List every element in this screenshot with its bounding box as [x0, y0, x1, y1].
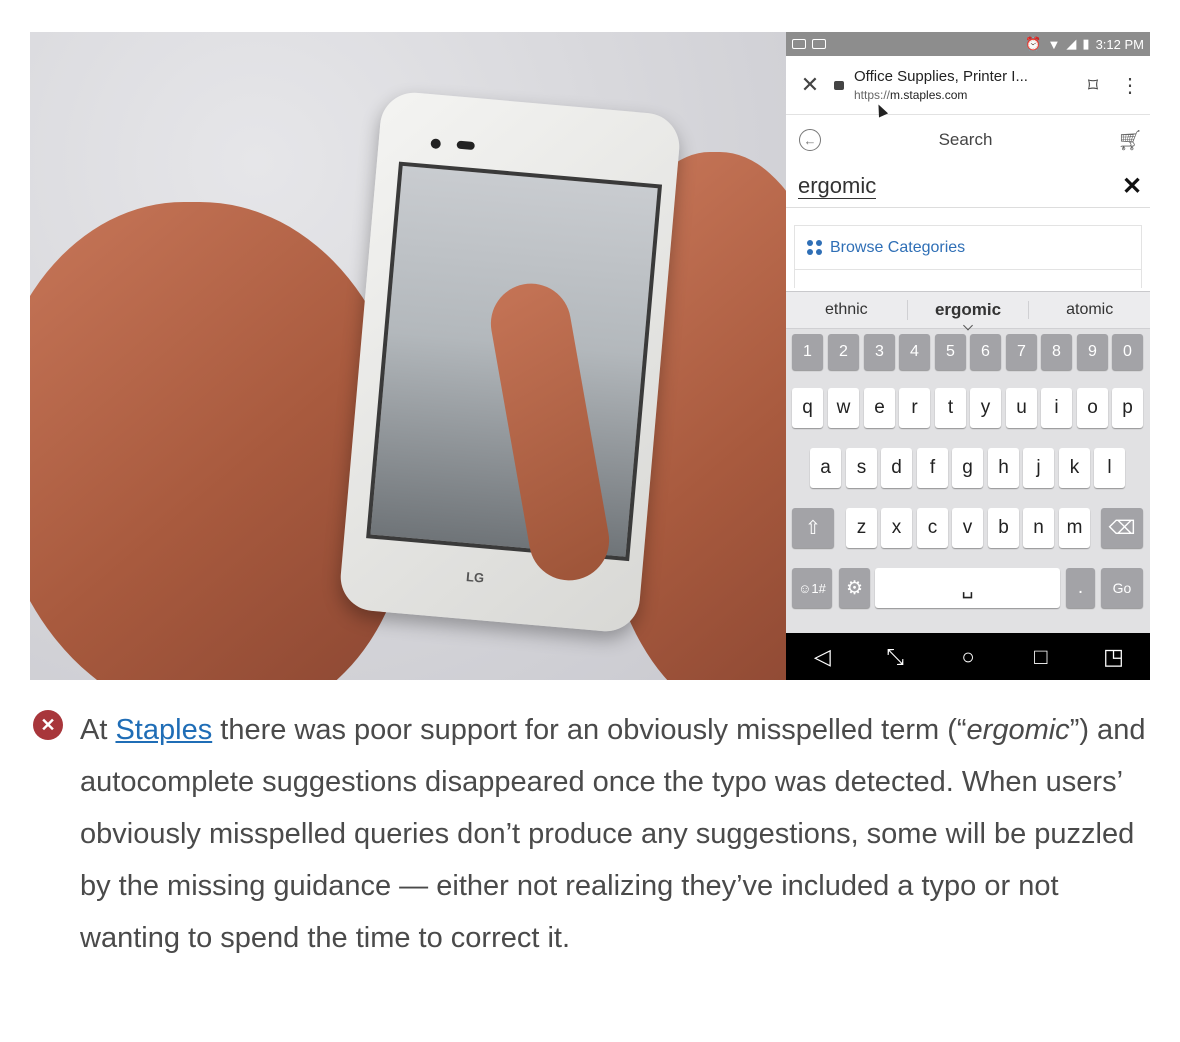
bottom-key-row: ☺1# ⚙ ␣ . Go: [786, 568, 1150, 616]
letter-row-1: q w e r t y u i o p: [786, 388, 1150, 436]
close-tab-icon[interactable]: ✕: [786, 72, 834, 98]
bookmark-icon[interactable]: ⌑: [1076, 73, 1110, 98]
suggestion-ergomic[interactable]: ergomic: [906, 300, 1029, 320]
browser-toolbar: ✕ Office Supplies, Printer I... https://…: [786, 56, 1150, 118]
key-f[interactable]: f: [917, 448, 948, 488]
letter-row-3: ⇧ z x c v b n m ⌫: [786, 508, 1150, 556]
key-b[interactable]: b: [988, 508, 1019, 548]
key-e[interactable]: e: [864, 388, 895, 428]
search-header: ← Search 🛒︎: [786, 115, 1150, 165]
key-8[interactable]: 8: [1041, 334, 1072, 370]
backspace-key-icon[interactable]: ⌫: [1101, 508, 1143, 548]
status-bar: ⏰ ▼ ◢ ▮ 3:12 PM: [786, 32, 1150, 56]
suggestion-atomic[interactable]: atomic: [1028, 301, 1150, 319]
phone-camera: [430, 138, 442, 150]
key-2[interactable]: 2: [828, 334, 859, 370]
wifi-icon: ▼: [1047, 36, 1061, 52]
search-label: Search: [938, 130, 993, 149]
page-url: https://m.staples.com: [854, 88, 968, 102]
key-i[interactable]: i: [1041, 388, 1072, 428]
key-1[interactable]: 1: [792, 334, 823, 370]
list-item[interactable]: [794, 269, 1142, 288]
url-box[interactable]: Office Supplies, Printer I... https://m.…: [854, 68, 1076, 102]
key-6[interactable]: 6: [970, 334, 1001, 370]
period-key[interactable]: .: [1066, 568, 1095, 608]
mobile-screenshot: ⏰ ▼ ◢ ▮ 3:12 PM ✕ Office Supplies, Print…: [786, 32, 1150, 680]
lock-icon: [834, 80, 844, 90]
key-p[interactable]: p: [1112, 388, 1143, 428]
key-v[interactable]: v: [952, 508, 983, 548]
key-z[interactable]: z: [846, 508, 877, 548]
categories-grid-icon: [807, 240, 822, 255]
go-key[interactable]: Go: [1101, 568, 1143, 608]
browse-categories-button[interactable]: Browse Categories: [794, 225, 1142, 269]
status-time: 3:12 PM: [1095, 36, 1144, 52]
key-9[interactable]: 9: [1077, 334, 1108, 370]
key-h[interactable]: h: [988, 448, 1019, 488]
battery-icon: ▮: [1082, 36, 1090, 51]
key-x[interactable]: x: [881, 508, 912, 548]
recents-square-icon[interactable]: □: [1021, 644, 1061, 670]
phone-speaker: [456, 140, 476, 151]
key-n[interactable]: n: [1023, 508, 1054, 548]
suggestion-strip: ethnic ergomic atomic: [786, 292, 1150, 329]
notification-icon: [792, 39, 806, 49]
settings-gear-icon[interactable]: ⚙: [839, 568, 870, 608]
key-7[interactable]: 7: [1006, 334, 1037, 370]
key-o[interactable]: o: [1077, 388, 1108, 428]
key-j[interactable]: j: [1023, 448, 1054, 488]
back-triangle-icon[interactable]: ◁: [802, 644, 842, 670]
key-3[interactable]: 3: [864, 334, 895, 370]
letter-row-2: a s d f g h j k l: [786, 448, 1150, 496]
alarm-icon: ⏰: [1025, 36, 1042, 51]
key-m[interactable]: m: [1059, 508, 1090, 548]
soft-keyboard: ethnic ergomic atomic 1 2 3 4 5 6 7 8 9 …: [786, 291, 1150, 634]
notification-icon-2: [812, 39, 826, 49]
key-l[interactable]: l: [1094, 448, 1125, 488]
signal-icon: ◢: [1066, 36, 1077, 51]
key-0[interactable]: 0: [1112, 334, 1143, 370]
page-title: Office Supplies, Printer I...: [854, 68, 1028, 85]
shift-key-icon[interactable]: ⇧: [792, 508, 834, 548]
key-u[interactable]: u: [1006, 388, 1037, 428]
key-a[interactable]: a: [810, 448, 841, 488]
suggestion-ethnic[interactable]: ethnic: [786, 301, 907, 319]
error-x-icon: ✕: [33, 710, 63, 740]
key-5[interactable]: 5: [935, 334, 966, 370]
key-s[interactable]: s: [846, 448, 877, 488]
key-y[interactable]: y: [970, 388, 1001, 428]
screenshot-figure: LG ⏰ ▼ ◢ ▮ 3:12 PM ✕ Office Supplies, Pr…: [30, 32, 1150, 680]
staples-link[interactable]: Staples: [115, 714, 212, 746]
more-menu-icon[interactable]: ⋮: [1110, 73, 1150, 98]
number-row: 1 2 3 4 5 6 7 8 9 0: [786, 334, 1150, 382]
search-query-text[interactable]: ergomic: [798, 173, 1114, 199]
key-w[interactable]: w: [828, 388, 859, 428]
home-circle-icon[interactable]: ○: [948, 644, 988, 670]
browse-categories-label: Browse Categories: [830, 238, 966, 256]
phone-brand-logo: LG: [465, 569, 485, 586]
key-t[interactable]: t: [935, 388, 966, 428]
key-k[interactable]: k: [1059, 448, 1090, 488]
space-key-icon[interactable]: ␣: [875, 568, 1060, 608]
android-nav-bar: ◁ ⤡ ○ □ ◳: [786, 633, 1150, 680]
notification-square-icon[interactable]: ◳: [1094, 644, 1134, 670]
caption-text: At Staples there was poor support for an…: [80, 714, 1146, 954]
key-g[interactable]: g: [952, 448, 983, 488]
symbols-key[interactable]: ☺1#: [792, 568, 832, 608]
key-d[interactable]: d: [881, 448, 912, 488]
phone-photo: LG: [30, 32, 786, 680]
clear-search-icon[interactable]: ✕: [1114, 172, 1150, 201]
search-input[interactable]: ergomic ✕: [786, 165, 1150, 208]
shrink-icon[interactable]: ⤡: [875, 644, 915, 670]
key-c[interactable]: c: [917, 508, 948, 548]
key-q[interactable]: q: [792, 388, 823, 428]
key-r[interactable]: r: [899, 388, 930, 428]
cart-icon[interactable]: 🛒︎: [1110, 128, 1150, 153]
key-4[interactable]: 4: [899, 334, 930, 370]
back-arrow-icon[interactable]: ←: [799, 129, 821, 151]
